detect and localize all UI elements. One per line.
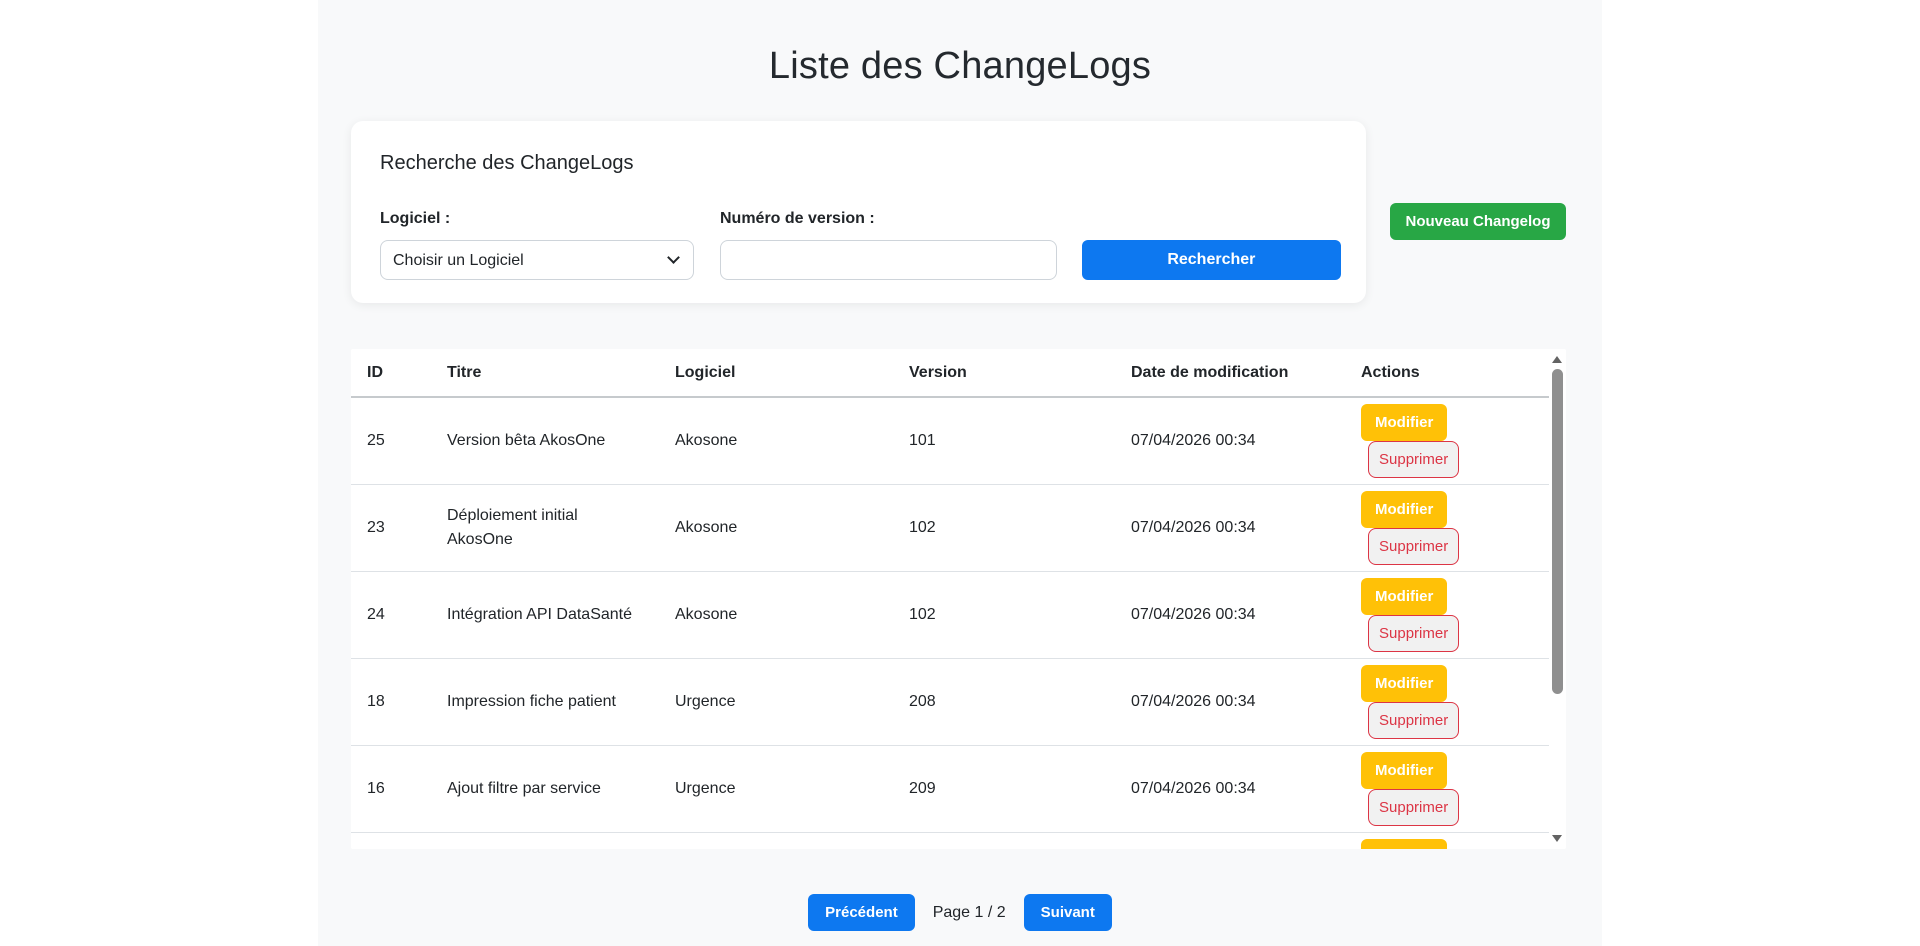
changelog-table: ID Titre Logiciel Version Date de modifi…	[351, 349, 1549, 849]
cell-date: 07/04/2026 00:34	[1115, 572, 1345, 659]
cell-titre: Optimisation requêtes SQL	[431, 833, 659, 850]
modify-button[interactable]: Modifier	[1361, 752, 1447, 789]
next-page-button[interactable]: Suivant	[1024, 894, 1112, 931]
table-scrollbar[interactable]	[1549, 349, 1566, 849]
page-title: Liste des ChangeLogs	[318, 43, 1602, 89]
software-select-wrap: Choisir un Logiciel	[380, 240, 694, 280]
cell-id: 24	[351, 572, 431, 659]
table-header-row: ID Titre Logiciel Version Date de modifi…	[351, 349, 1549, 397]
version-field: Numéro de version :	[720, 209, 1057, 280]
header-titre: Titre	[431, 349, 659, 397]
cell-version: 208	[893, 659, 1115, 746]
scroll-up-icon[interactable]	[1552, 356, 1562, 363]
modify-button[interactable]: Modifier	[1361, 491, 1447, 528]
cell-id: 18	[351, 659, 431, 746]
search-heading: Recherche des ChangeLogs	[380, 151, 1341, 175]
scroll-down-icon[interactable]	[1552, 835, 1562, 842]
header-actions: Actions	[1345, 349, 1549, 397]
delete-button[interactable]: Supprimer	[1368, 441, 1459, 478]
cell-id: 23	[351, 485, 431, 572]
cell-version: 209	[893, 833, 1115, 850]
cell-version: 102	[893, 572, 1115, 659]
cell-id: 25	[351, 397, 431, 485]
modify-button[interactable]: Modifier	[1361, 839, 1447, 849]
delete-button[interactable]: Supprimer	[1368, 615, 1459, 652]
cell-logiciel: Urgence	[659, 833, 893, 850]
cell-logiciel: Akosone	[659, 485, 893, 572]
header-id: ID	[351, 349, 431, 397]
table-row: 17Optimisation requêtes SQLUrgence20907/…	[351, 833, 1549, 850]
scrollbar-thumb[interactable]	[1552, 369, 1563, 694]
modify-button[interactable]: Modifier	[1361, 578, 1447, 615]
cell-logiciel: Urgence	[659, 746, 893, 833]
cell-logiciel: Akosone	[659, 572, 893, 659]
cell-actions: ModifierSupprimer	[1345, 659, 1549, 746]
cell-titre: Déploiement initial AkosOne	[431, 485, 659, 572]
cell-actions: ModifierSupprimer	[1345, 833, 1549, 850]
page-indicator: Page 1 / 2	[933, 904, 1006, 922]
delete-button[interactable]: Supprimer	[1368, 789, 1459, 826]
cell-id: 17	[351, 833, 431, 850]
cell-titre: Impression fiche patient	[431, 659, 659, 746]
table-row: 16Ajout filtre par serviceUrgence20907/0…	[351, 746, 1549, 833]
pagination: Précédent Page 1 / 2 Suivant	[318, 894, 1602, 931]
cell-titre: Version bêta AkosOne	[431, 397, 659, 485]
cell-version: 209	[893, 746, 1115, 833]
table-row: 23Déploiement initial AkosOneAkosone1020…	[351, 485, 1549, 572]
software-select[interactable]: Choisir un Logiciel	[380, 240, 694, 280]
modify-button[interactable]: Modifier	[1361, 404, 1447, 441]
modify-button[interactable]: Modifier	[1361, 665, 1447, 702]
previous-page-button[interactable]: Précédent	[808, 894, 915, 931]
cell-id: 16	[351, 746, 431, 833]
search-card: Recherche des ChangeLogs Logiciel : Choi…	[351, 121, 1366, 303]
changelog-table-container: ID Titre Logiciel Version Date de modifi…	[351, 349, 1566, 849]
cell-titre: Ajout filtre par service	[431, 746, 659, 833]
search-form: Logiciel : Choisir un Logiciel Numéro de…	[380, 209, 1341, 280]
software-label: Logiciel :	[380, 209, 694, 228]
cell-actions: ModifierSupprimer	[1345, 746, 1549, 833]
cell-actions: ModifierSupprimer	[1345, 572, 1549, 659]
cell-actions: ModifierSupprimer	[1345, 485, 1549, 572]
table-row: 25Version bêta AkosOneAkosone10107/04/20…	[351, 397, 1549, 485]
delete-button[interactable]: Supprimer	[1368, 702, 1459, 739]
search-button[interactable]: Rechercher	[1082, 240, 1341, 280]
table-row: 24Intégration API DataSantéAkosone10207/…	[351, 572, 1549, 659]
cell-date: 07/04/2026 00:34	[1115, 397, 1345, 485]
cell-date: 07/04/2026 00:34	[1115, 746, 1345, 833]
app-root: Liste des ChangeLogs Recherche des Chang…	[318, 0, 1602, 946]
software-field: Logiciel : Choisir un Logiciel	[380, 209, 694, 280]
changelog-table-body: 25Version bêta AkosOneAkosone10107/04/20…	[351, 397, 1549, 849]
cell-titre: Intégration API DataSanté	[431, 572, 659, 659]
table-row: 18Impression fiche patientUrgence20807/0…	[351, 659, 1549, 746]
header-date: Date de modification	[1115, 349, 1345, 397]
cell-date: 07/04/2026 00:34	[1115, 833, 1345, 850]
header-logiciel: Logiciel	[659, 349, 893, 397]
header-version: Version	[893, 349, 1115, 397]
delete-button[interactable]: Supprimer	[1368, 528, 1459, 565]
cell-version: 102	[893, 485, 1115, 572]
cell-logiciel: Akosone	[659, 397, 893, 485]
version-label: Numéro de version :	[720, 209, 1057, 228]
cell-logiciel: Urgence	[659, 659, 893, 746]
cell-date: 07/04/2026 00:34	[1115, 659, 1345, 746]
version-input[interactable]	[720, 240, 1057, 280]
new-changelog-button[interactable]: Nouveau Changelog	[1390, 203, 1566, 240]
cell-version: 101	[893, 397, 1115, 485]
cell-actions: ModifierSupprimer	[1345, 397, 1549, 485]
cell-date: 07/04/2026 00:34	[1115, 485, 1345, 572]
